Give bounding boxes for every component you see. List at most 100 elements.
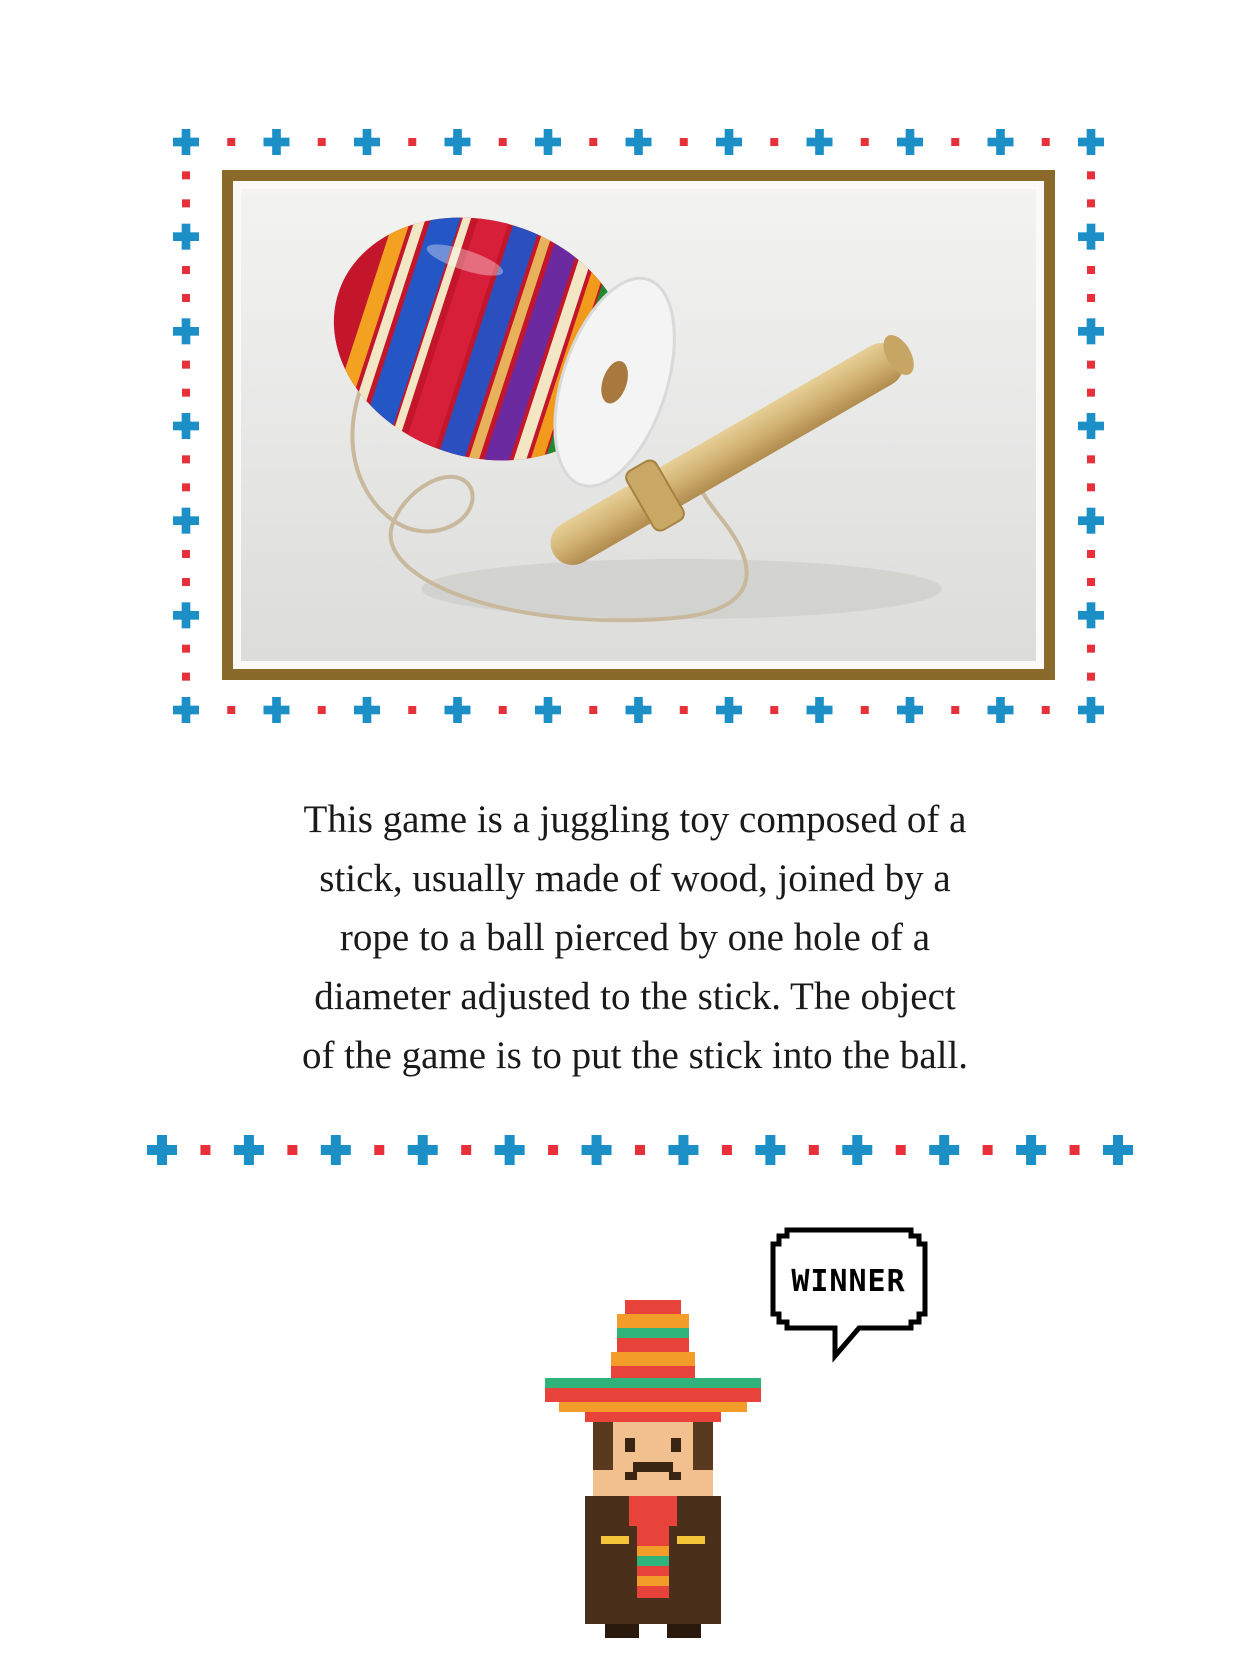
photo-card [172,128,1105,724]
blue-cross-icon [897,697,923,723]
red-dot-icon [1087,550,1095,558]
blue-cross-icon [1078,697,1104,723]
blue-cross-icon [1078,413,1104,439]
blue-cross-icon [1103,1135,1133,1165]
red-dot-icon [1087,672,1095,681]
red-dot-icon [1069,1145,1080,1155]
blue-cross-icon [233,1135,264,1165]
blue-cross-icon [173,602,199,629]
blue-cross-icon [535,697,561,723]
red-dot-icon [408,706,417,714]
red-dot-icon [982,1145,993,1155]
red-dot-icon [770,706,779,714]
blue-cross-icon [535,129,561,155]
red-dot-icon [498,138,507,146]
blue-cross-icon [444,697,471,723]
red-dot-icon [589,138,598,146]
red-dot-icon [1087,171,1095,180]
red-dot-icon [679,706,688,714]
red-dot-icon [227,138,236,146]
blue-cross-icon [1016,1135,1047,1165]
red-dot-icon [182,672,190,681]
blue-cross-icon [625,697,652,723]
mariachi-pixel-character-icon [545,1300,761,1638]
red-dot-icon [182,199,190,208]
red-dot-icon [498,706,507,714]
red-dot-icon [1087,483,1095,492]
red-dot-icon [200,1145,211,1155]
red-dot-icon [951,138,960,146]
blue-cross-icon [1078,129,1104,155]
red-dot-icon [374,1145,385,1155]
blue-cross-icon [716,129,742,155]
red-dot-icon [951,706,960,714]
blue-cross-icon [494,1135,525,1165]
red-dot-icon [1087,294,1095,302]
blue-cross-icon [1078,318,1104,345]
blue-cross-icon [755,1135,786,1165]
game-description: This game is a juggling toy composed of … [301,798,969,1077]
red-dot-icon [1087,578,1095,586]
blue-cross-icon [173,697,199,723]
blue-cross-icon [842,1135,873,1165]
blue-cross-icon [320,1135,351,1165]
blue-cross-icon [354,129,380,155]
red-dot-icon [895,1145,906,1155]
blue-cross-icon [173,223,199,250]
red-dot-icon [182,266,190,274]
red-dot-icon [1087,455,1095,464]
red-dot-icon [721,1145,732,1155]
blue-cross-icon [987,129,1014,155]
blue-cross-icon [668,1135,699,1165]
photo-frame [222,170,1055,680]
blue-cross-icon [716,697,742,723]
red-dot-icon [317,138,326,146]
red-dot-icon [1087,199,1095,208]
red-dot-icon [1087,360,1095,369]
red-dot-icon [860,138,869,146]
blue-cross-icon [147,1135,177,1165]
red-dot-icon [770,138,779,146]
red-dot-icon [182,455,190,464]
blue-cross-icon [806,129,833,155]
blue-cross-icon [263,129,290,155]
red-dot-icon [182,578,190,586]
blue-cross-icon [173,129,199,155]
red-dot-icon [808,1145,819,1155]
speech-bubble-text: WINNER [791,1264,906,1299]
red-dot-icon [1041,138,1050,146]
red-dot-icon [1041,706,1050,714]
blue-cross-icon [929,1135,960,1165]
blue-cross-icon [173,507,199,534]
red-dot-icon [1087,644,1095,653]
red-dot-icon [589,706,598,714]
blue-cross-icon [897,129,923,155]
blue-cross-icon [1078,507,1104,534]
speech-bubble-icon [770,1227,928,1363]
red-dot-icon [461,1145,472,1155]
blue-cross-icon [444,129,471,155]
mascot-area: WINNER [545,1220,945,1660]
red-dot-icon [182,388,190,397]
blue-cross-icon [1078,602,1104,629]
red-dot-icon [227,706,236,714]
red-dot-icon [1087,266,1095,274]
red-dot-icon [182,171,190,180]
red-dot-icon [182,483,190,492]
blue-cross-icon [1078,223,1104,250]
red-dot-icon [182,644,190,653]
red-dot-icon [182,550,190,558]
red-dot-icon [635,1145,645,1155]
blue-cross-icon [173,413,199,439]
blue-cross-icon [354,697,380,723]
red-dot-icon [182,360,190,369]
red-dot-icon [860,706,869,714]
blue-cross-icon [625,129,652,155]
red-dot-icon [548,1145,559,1155]
blue-cross-icon [806,697,833,723]
red-dot-icon [408,138,417,146]
blue-cross-icon [263,697,290,723]
photo-mat [233,181,1044,669]
red-dot-icon [287,1145,298,1155]
blue-cross-icon [407,1135,438,1165]
